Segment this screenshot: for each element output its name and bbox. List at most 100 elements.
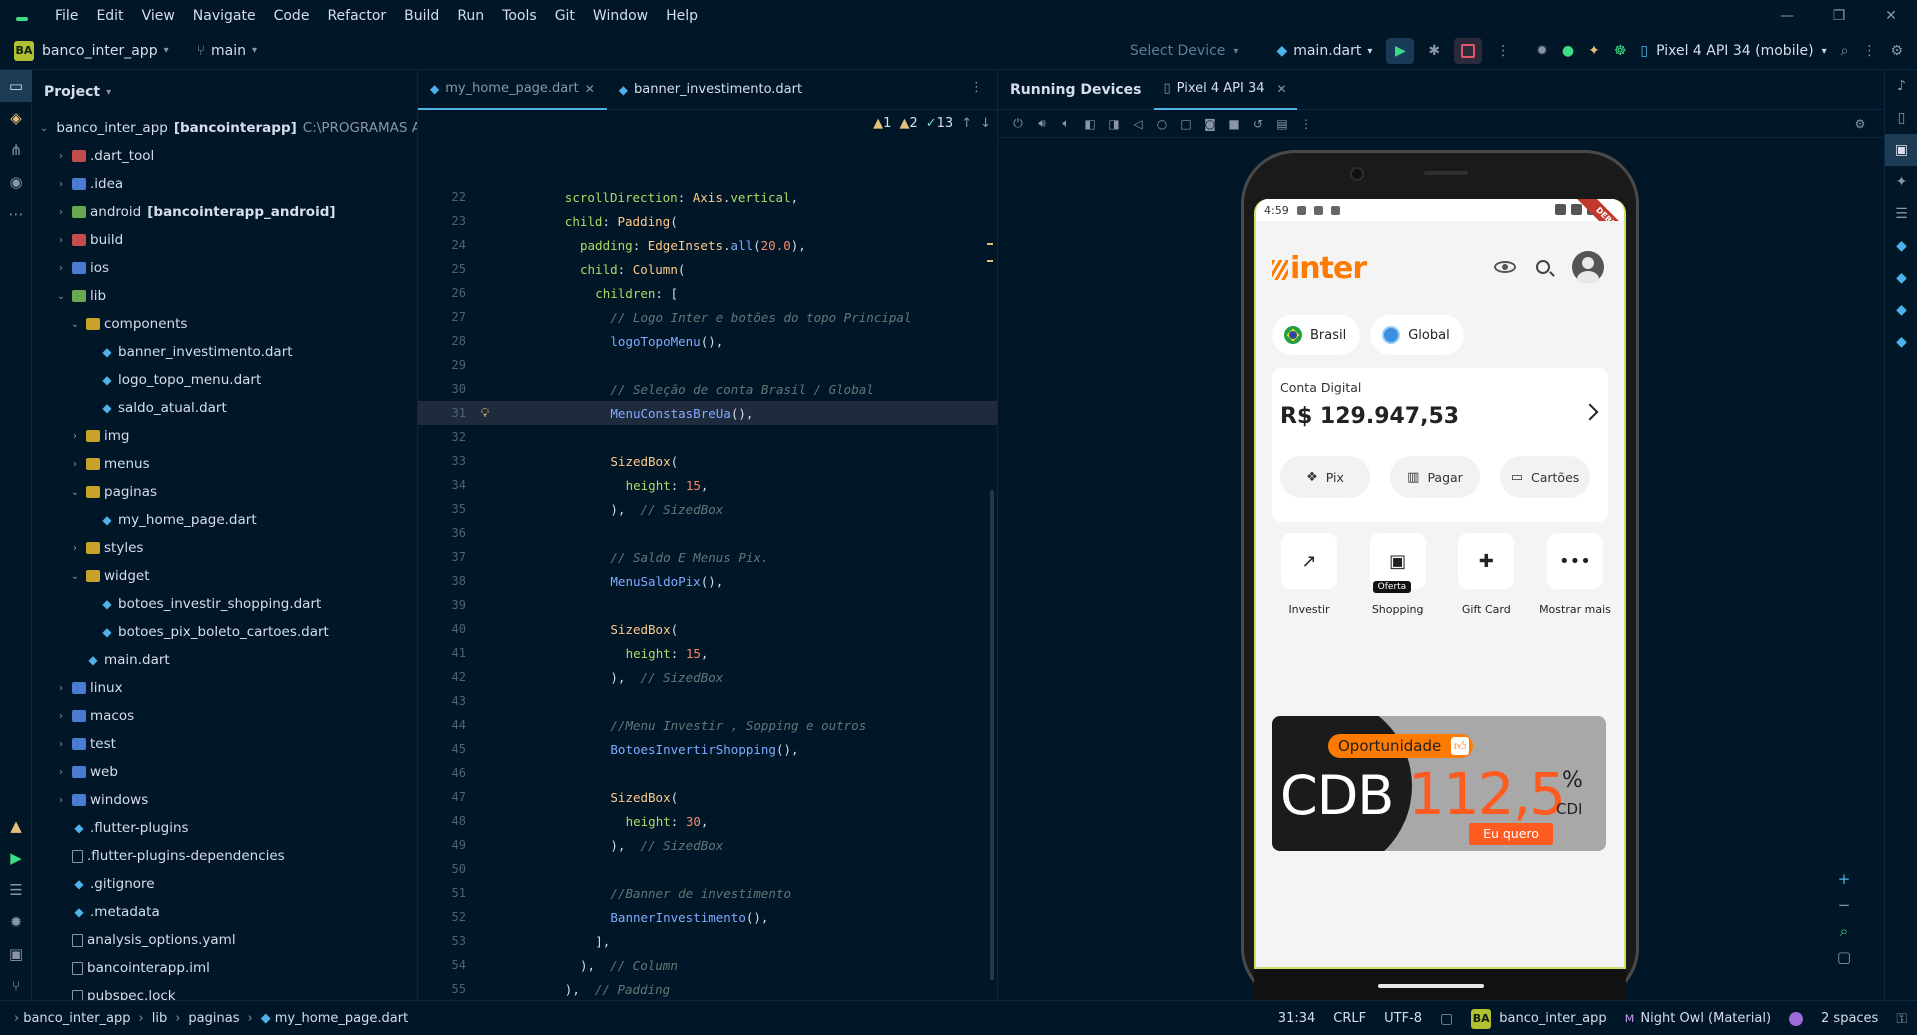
tree-folder[interactable]: › .idea [32,170,417,198]
stop-button[interactable] [1454,38,1483,64]
tree-folder[interactable]: › img [32,422,417,450]
shortcut-mostrar-mais[interactable]: ••• Mostrar mais [1538,533,1612,616]
menu-git[interactable]: Git [546,8,584,24]
menu-help[interactable]: Help [657,8,707,24]
tree-file[interactable]: ◆ .gitignore [32,870,417,898]
structure-tool-icon[interactable]: ⋔ [0,134,32,166]
project-panel-header[interactable]: Project ▾ [32,70,417,114]
code-line[interactable]: 30 // Seleção de conta Brasil / Global [418,377,997,401]
menu-run[interactable]: Run [448,8,493,24]
code-line[interactable]: 35), // SizedBox [418,497,997,521]
phone-screen[interactable]: 4:59 DEBUG inter Brasil Global Conta Dig… [1254,199,1626,969]
flutter-outline-icon[interactable]: ☰ [1885,198,1917,230]
tree-folder[interactable]: › android [bancointerapp_android] [32,198,417,226]
select-device-dropdown[interactable]: Select Device ▾ [1130,43,1239,59]
code-line[interactable]: 54), // Column [418,953,997,977]
code-line[interactable]: 50 [418,857,997,881]
code-line[interactable]: 47 SizedBox( [418,785,997,809]
close-icon[interactable]: ✕ [585,82,595,96]
tab-device[interactable]: ▯ Pixel 4 API 34 ✕ [1153,70,1297,110]
build-warning-icon[interactable]: ▲ [0,810,32,842]
code-line[interactable]: 55), // Padding [418,977,997,1000]
tree-file[interactable]: analysis_options.yaml [32,926,417,954]
device-dropdown[interactable]: ▯ Pixel 4 API 34 (mobile) ▾ [1640,43,1826,59]
shortcut-investir[interactable]: ↗ Investir [1272,533,1346,616]
commit-tool-icon[interactable]: ◈ [0,102,32,134]
volume-down-icon[interactable]: 🔈︎ [1054,116,1078,131]
git-icon[interactable]: ⑂ [0,970,32,1002]
more-actions-icon[interactable]: ⋮ [1496,43,1510,59]
code-line[interactable]: 46 [418,761,997,785]
chevron-right-icon[interactable] [1581,403,1599,421]
close-icon[interactable]: ✕ [1277,82,1287,96]
tree-file[interactable]: ◆ botoes_pix_boleto_cartoes.dart [32,618,417,646]
code-line[interactable]: 26 children: [ [418,281,997,305]
flutter-deeplinks-icon[interactable]: ◆ [1885,326,1917,358]
github-icon[interactable]: ◉ [0,166,32,198]
tree-folder[interactable]: › linux [32,674,417,702]
pix-button[interactable]: ❖ Pix [1280,456,1370,498]
flutter-performance-icon[interactable]: ◆ [1885,262,1917,294]
tree-root[interactable]: ⌄ banco_inter_app [bancointerapp] C:\PRO… [32,114,417,142]
code-line[interactable]: 42), // SizedBox [418,665,997,689]
tree-file[interactable]: ◆ .flutter-plugins [32,814,417,842]
running-devices-icon[interactable]: ▣ [1885,134,1917,166]
code-line[interactable]: 36 [418,521,997,545]
cartes-button[interactable]: ▭ Cartões [1500,456,1590,498]
bug-icon[interactable]: ✹ [1536,43,1548,59]
tree-file[interactable]: ◆ banner_investimento.dart [32,338,417,366]
rotate-left-icon[interactable]: ◧ [1078,117,1102,131]
tree-folder[interactable]: ⌄ paginas [32,478,417,506]
zoom-fit-icon[interactable]: ⌕ [1840,922,1848,948]
device-settings-icon[interactable]: ⚙ [1848,117,1872,131]
code-line[interactable]: 37 // Saldo E Menus Pix. [418,545,997,569]
rotate-right-icon[interactable]: ◨ [1102,117,1126,131]
menu-navigate[interactable]: Navigate [184,8,265,24]
file-encoding[interactable]: UTF-8 [1384,1011,1422,1026]
tree-folder[interactable]: › ios [32,254,417,282]
tab-my-home-page-dart[interactable]: ◆ my_home_page.dart ✕ [418,70,607,110]
volume-up-icon[interactable]: 🔊︎ [1030,116,1054,131]
tree-folder[interactable]: › .dart_tool [32,142,417,170]
breadcrumb-item[interactable]: lib [152,1011,167,1026]
tree-folder[interactable]: › menus [32,450,417,478]
tree-file[interactable]: ◆ .metadata [32,898,417,926]
debug-icon[interactable]: ✱ [1428,43,1440,59]
run-config-dropdown[interactable]: ◆ main.dart ▾ [1276,43,1372,59]
tree-file[interactable]: ◆ saldo_atual.dart [32,394,417,422]
menu-view[interactable]: View [133,8,184,24]
theme-indicator[interactable]: ᴍ Night Owl (Material) [1625,1011,1771,1026]
tree-file[interactable]: bancointerapp.iml [32,954,417,982]
menu-build[interactable]: Build [395,8,448,24]
tree-folder[interactable]: › build [32,226,417,254]
code-line[interactable]: 40 SizedBox( [418,617,997,641]
tree-file[interactable]: ◆ my_home_page.dart [32,506,417,534]
code-line[interactable]: 39 [418,593,997,617]
code-line[interactable]: 27 // Logo Inter e botões do topo Princip… [418,305,997,329]
tree-file[interactable]: ◆ botoes_investir_shopping.dart [32,590,417,618]
inspections-widget[interactable]: ▲ 1 ▲ 2 ✓ 13 ↑ ↓ [865,116,991,131]
readonly-toggle-icon[interactable]: ▢ [1440,1011,1453,1027]
warning-marker[interactable] [987,243,993,245]
code-line[interactable]: 53], [418,929,997,953]
flutter-inspector-icon[interactable]: ◆ [1885,230,1917,262]
android-icon[interactable]: ☸ [1614,43,1627,59]
tree-folder[interactable]: ⌄ components [32,310,417,338]
screen-record-icon[interactable]: ■ [1222,117,1246,131]
code-line[interactable]: 28 logoTopoMenu(), [418,329,997,353]
caret-position[interactable]: 31:34 [1278,1011,1315,1026]
more-icon[interactable]: ⋮ [1862,43,1876,59]
tree-file[interactable]: ◆ logo_topo_menu.dart [32,366,417,394]
gesture-handle[interactable] [1378,984,1484,988]
menu-code[interactable]: Code [265,8,319,24]
code-line[interactable]: 32 [418,425,997,449]
project-tool-icon[interactable]: ▭ [0,70,32,102]
more-tools-icon[interactable]: ⋯ [0,198,32,230]
project-status[interactable]: BA banco_inter_app [1471,1008,1607,1029]
code-line[interactable]: 31 💡︎ MenuConstasBreUa(), [418,401,997,425]
notifications-icon[interactable]: ♪ [1885,70,1917,102]
code-line[interactable]: 49), // SizedBox [418,833,997,857]
code-line[interactable]: 41 height: 15, [418,641,997,665]
device-manager-icon[interactable]: ● [1562,43,1574,59]
run-tool-icon[interactable]: ▶ [0,842,32,874]
